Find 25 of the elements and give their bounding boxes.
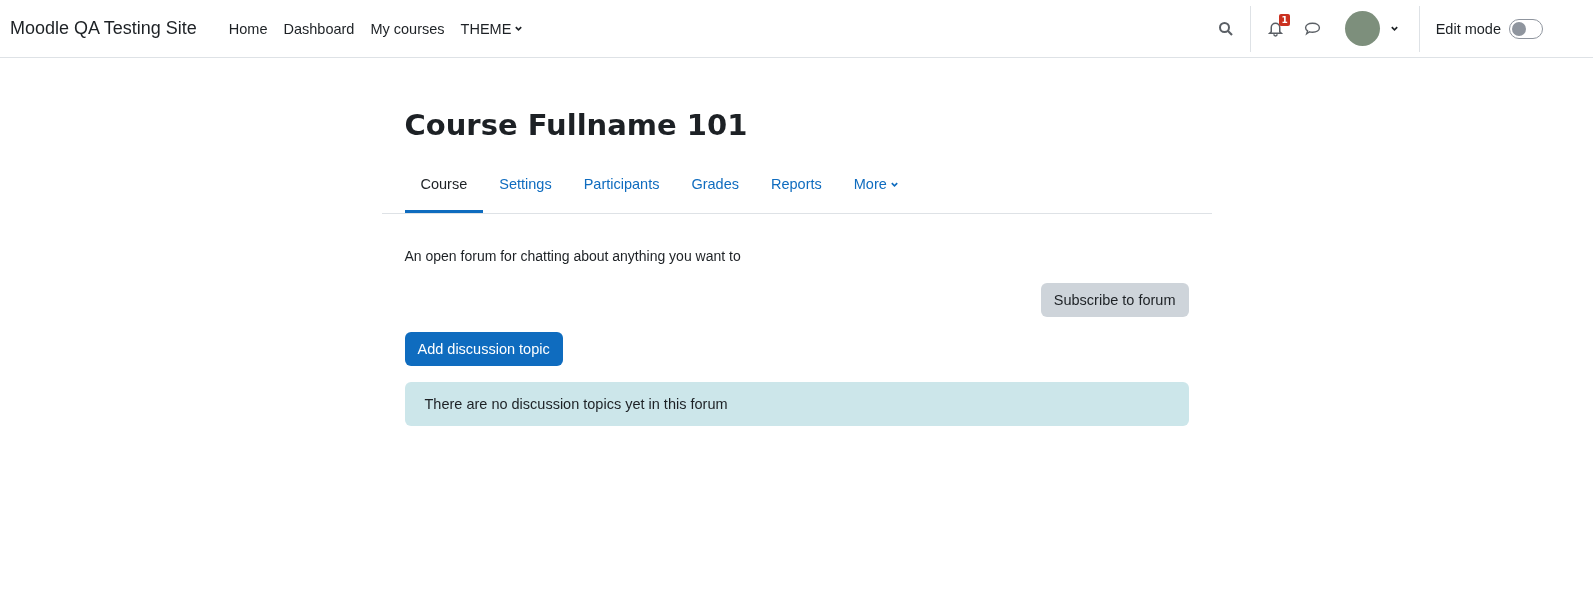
- search-icon[interactable]: [1217, 20, 1234, 37]
- edit-mode-toggle[interactable]: [1509, 18, 1543, 39]
- course-title: Course Fullname 101: [404, 108, 749, 142]
- more-tab[interactable]: More: [837, 166, 915, 213]
- site-name[interactable]: Moodle QA Testing Site: [10, 18, 197, 39]
- nav-link[interactable]: Dashboard: [275, 20, 363, 37]
- course-tab[interactable]: Participants: [567, 166, 676, 213]
- chat-bubble-icon[interactable]: [1303, 20, 1321, 37]
- info-notice: There are no discussion topics yet in this forum: [404, 382, 1189, 426]
- avatar-placeholder[interactable]: [1344, 11, 1380, 46]
- add-discussion-button[interactable]: Add discussion topic: [404, 332, 563, 366]
- course-tab[interactable]: Course: [404, 166, 484, 213]
- nav-link[interactable]: My courses: [362, 20, 453, 37]
- course-tab[interactable]: Reports: [755, 166, 838, 213]
- forum-intro: An open forum for chatting about anything you want to: [404, 248, 742, 264]
- edit-mode-label: Edit mode: [1435, 20, 1501, 37]
- nav-link[interactable]: Home: [220, 20, 276, 37]
- bell-icon[interactable]: [1266, 20, 1284, 37]
- caret-icon: [514, 24, 524, 33]
- nav-dropdown[interactable]: THEME: [452, 20, 532, 37]
- subscribe-button[interactable]: Subscribe to forum: [1040, 283, 1189, 317]
- notification-badge: 1: [1279, 14, 1290, 26]
- course-tab[interactable]: Grades: [675, 166, 755, 213]
- caret-icon[interactable]: [1389, 24, 1399, 33]
- course-tab[interactable]: Settings: [483, 166, 568, 213]
